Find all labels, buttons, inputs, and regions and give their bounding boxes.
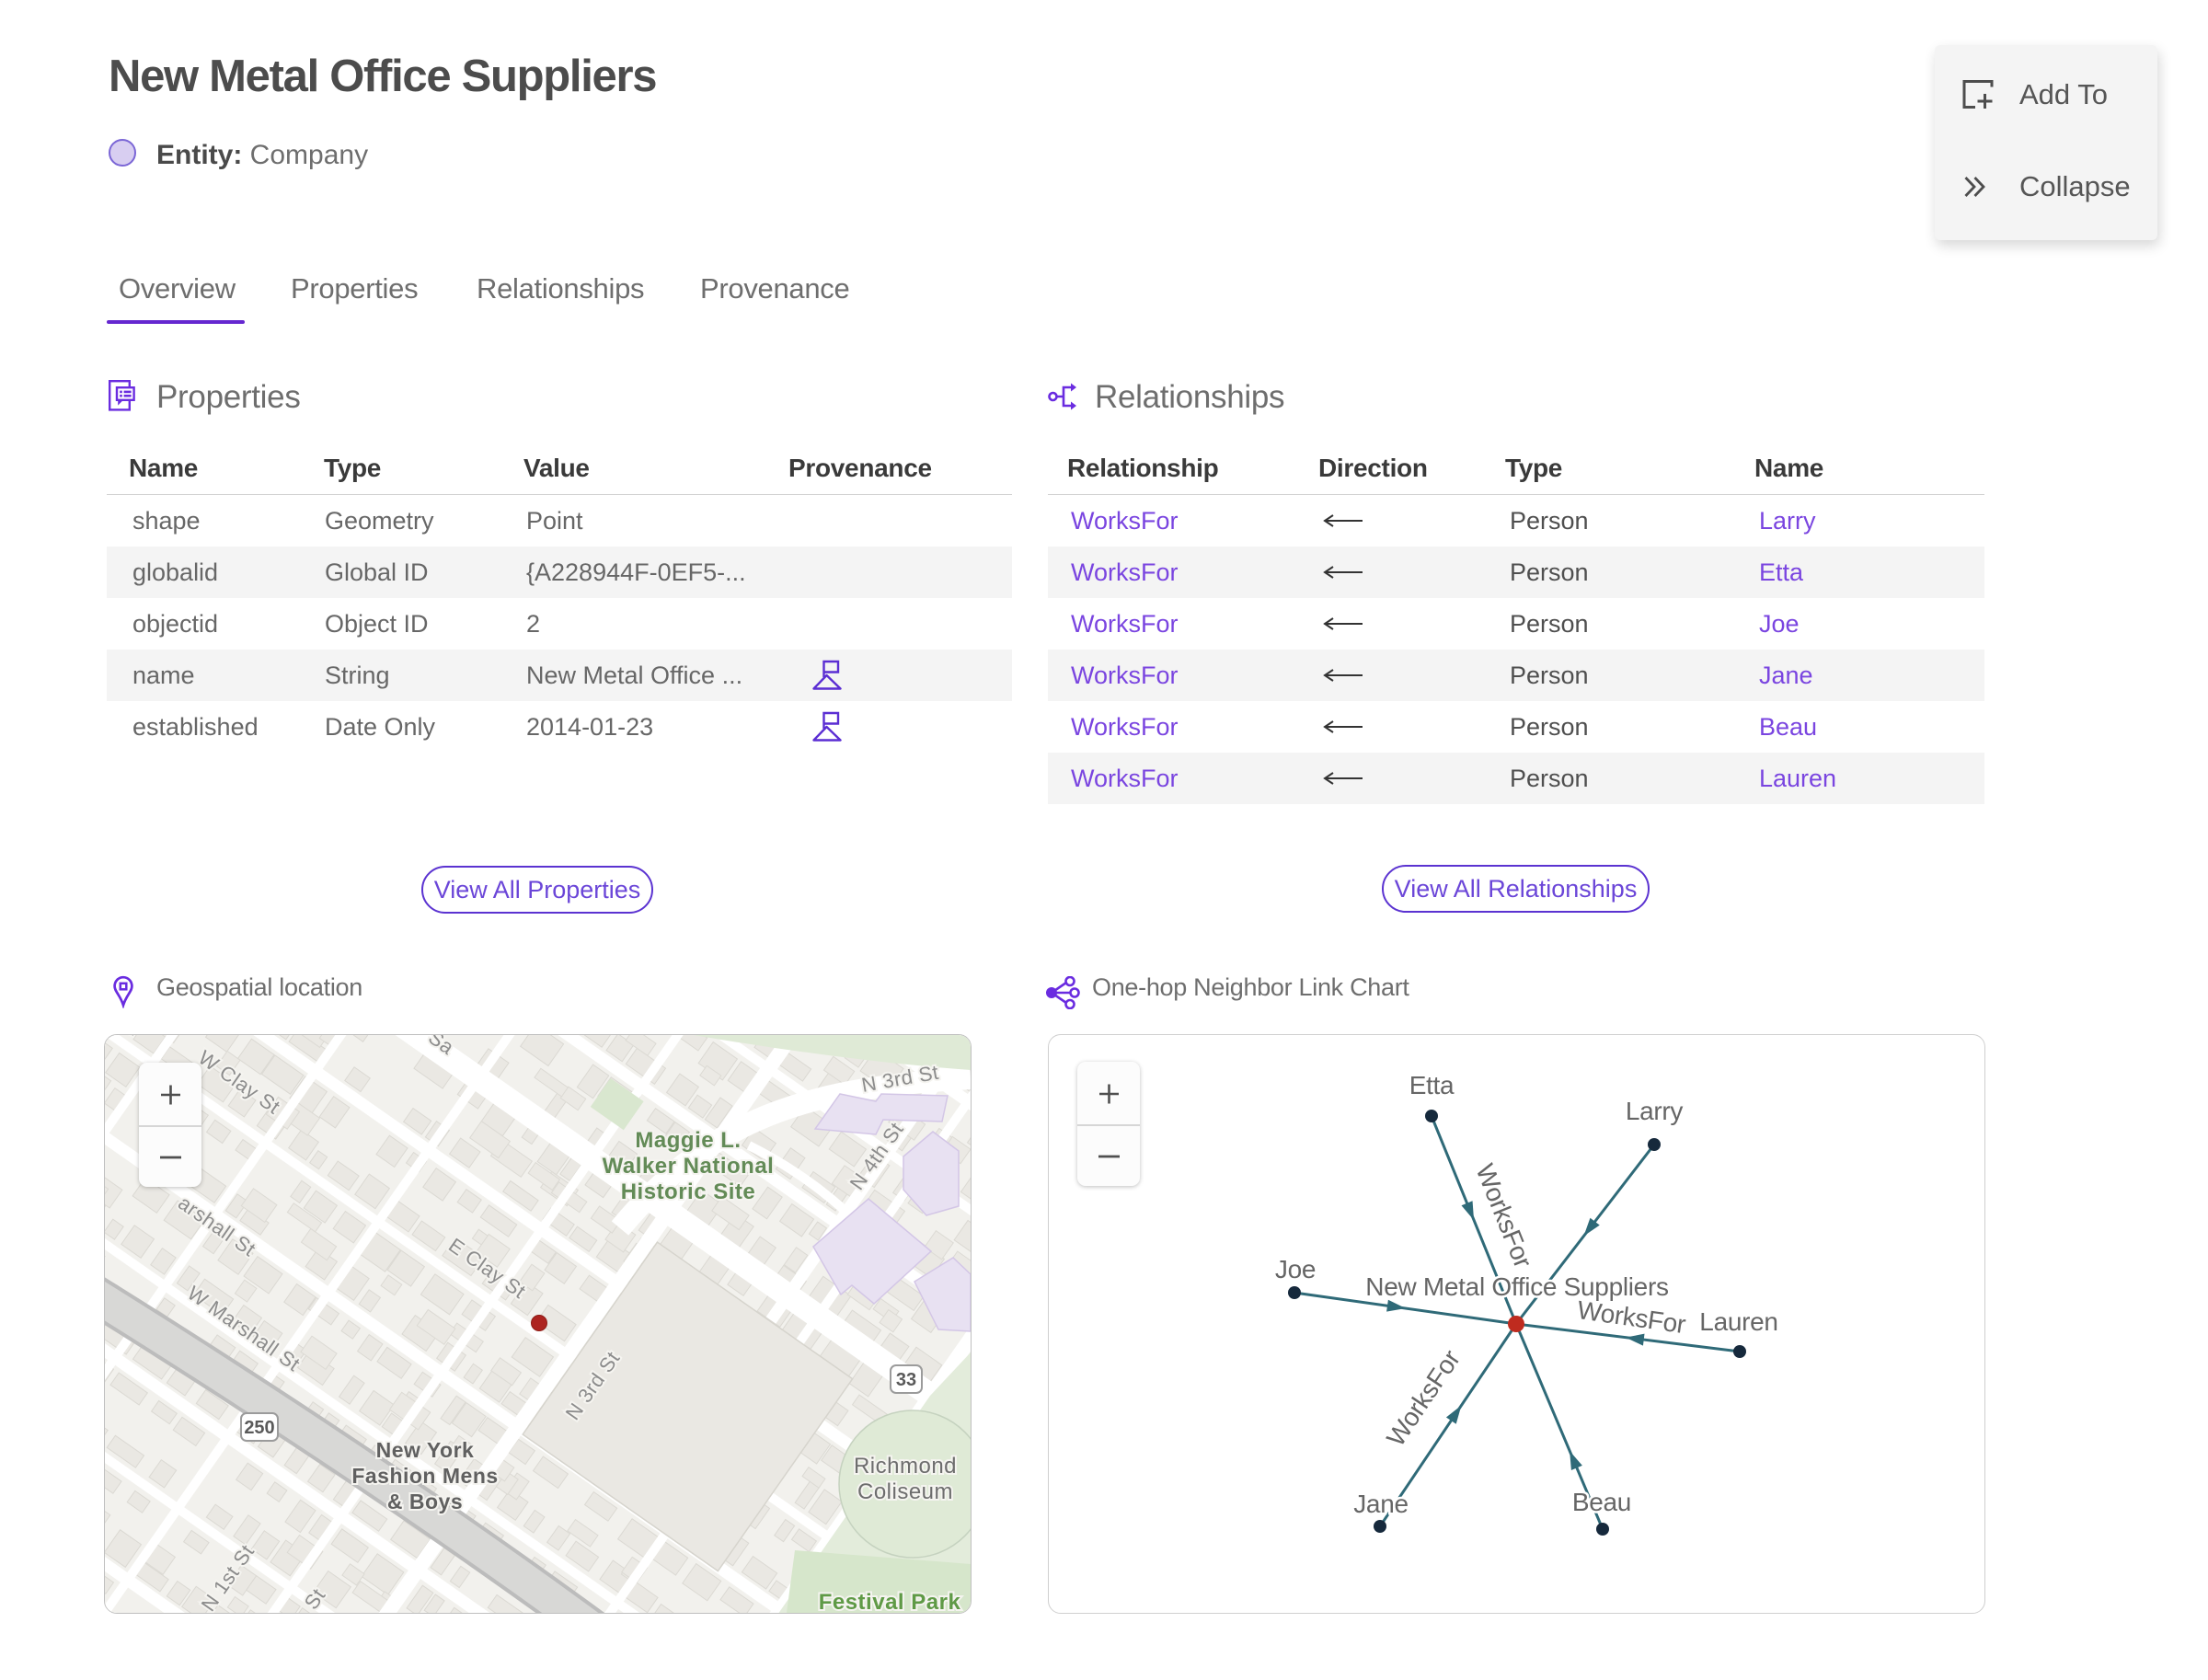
svg-text:Maggie L.: Maggie L. [635, 1128, 741, 1153]
svg-text:Festival Park: Festival Park [819, 1590, 961, 1613]
svg-text:Coliseum: Coliseum [857, 1479, 953, 1504]
svg-text:New York: New York [376, 1438, 475, 1462]
svg-text:WorksFor: WorksFor [1381, 1345, 1466, 1452]
svg-text:Jane: Jane [1353, 1490, 1409, 1518]
svg-text:Fashion Mens: Fashion Mens [351, 1464, 498, 1488]
svg-text:New Metal Office Suppliers: New Metal Office Suppliers [1365, 1272, 1668, 1301]
svg-text:33: 33 [896, 1370, 916, 1390]
svg-text:Etta: Etta [1409, 1071, 1455, 1099]
svg-text:& Boys: & Boys [387, 1490, 463, 1513]
svg-text:Beau: Beau [1572, 1488, 1631, 1516]
svg-text:WorksFor: WorksFor [1470, 1160, 1537, 1272]
svg-text:Historic Site: Historic Site [621, 1179, 756, 1204]
svg-text:Walker National: Walker National [603, 1154, 775, 1179]
svg-text:Richmond: Richmond [854, 1454, 957, 1479]
svg-text:Joe: Joe [1275, 1255, 1316, 1283]
svg-text:Larry: Larry [1626, 1097, 1684, 1125]
svg-text:250: 250 [244, 1418, 274, 1438]
svg-text:Lauren: Lauren [1699, 1307, 1777, 1336]
